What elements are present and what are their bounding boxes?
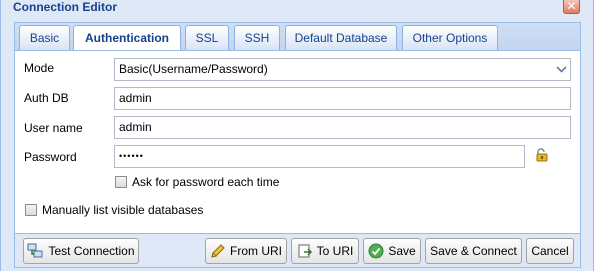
- save-label: Save: [388, 244, 416, 258]
- from-uri-label: From URI: [230, 244, 282, 258]
- save-button[interactable]: Save: [363, 238, 421, 264]
- auth-db-label: Auth DB: [24, 91, 69, 105]
- save-and-connect-label: Save & Connect: [430, 244, 517, 258]
- tab-basic[interactable]: Basic: [19, 25, 70, 51]
- cancel-label: Cancel: [531, 244, 569, 258]
- window-title: Connection Editor: [13, 0, 117, 14]
- from-uri-button[interactable]: From URI: [205, 238, 287, 264]
- cancel-button[interactable]: Cancel: [526, 238, 574, 264]
- mode-label: Mode: [24, 61, 55, 75]
- mode-dropdown-trigger[interactable]: [553, 59, 570, 80]
- to-uri-button[interactable]: To URI: [291, 238, 359, 264]
- chevron-down-icon: [556, 66, 567, 73]
- close-icon: ✕: [566, 0, 577, 13]
- check-circle-icon: [368, 243, 384, 259]
- test-connection-label: Test Connection: [48, 244, 135, 258]
- test-connection-button[interactable]: Test Connection: [23, 238, 139, 264]
- mode-select[interactable]: Basic(Username/Password): [114, 58, 571, 81]
- mode-value: Basic(Username/Password): [119, 62, 268, 76]
- manual-dbs-checkbox[interactable]: [25, 204, 37, 216]
- to-uri-label: To URI: [316, 244, 354, 258]
- manual-dbs-label: Manually list visible databases: [42, 203, 204, 217]
- close-button[interactable]: ✕: [563, 0, 580, 14]
- save-and-connect-button[interactable]: Save & Connect: [425, 238, 522, 264]
- export-icon: [298, 244, 312, 258]
- connection-editor-window: Connection Editor ✕ Basic Authentication…: [0, 0, 594, 271]
- username-label: User name: [24, 121, 83, 135]
- auth-db-input[interactable]: admin: [114, 87, 571, 110]
- pencil-icon: [211, 244, 225, 258]
- username-input[interactable]: admin: [114, 116, 571, 139]
- tab-other-options[interactable]: Other Options: [402, 25, 498, 51]
- ask-password-checkbox[interactable]: [115, 176, 127, 188]
- password-input[interactable]: ••••••: [114, 145, 525, 168]
- tab-ssl[interactable]: SSL: [185, 25, 229, 51]
- tab-ssh[interactable]: SSH: [234, 25, 280, 51]
- network-computers-icon: [27, 243, 43, 258]
- lock-icon[interactable]: [534, 147, 550, 163]
- ask-password-label: Ask for password each time: [132, 175, 280, 189]
- password-label: Password: [24, 150, 77, 164]
- tab-authentication[interactable]: Authentication: [73, 25, 181, 52]
- tab-default-database[interactable]: Default Database: [285, 25, 397, 51]
